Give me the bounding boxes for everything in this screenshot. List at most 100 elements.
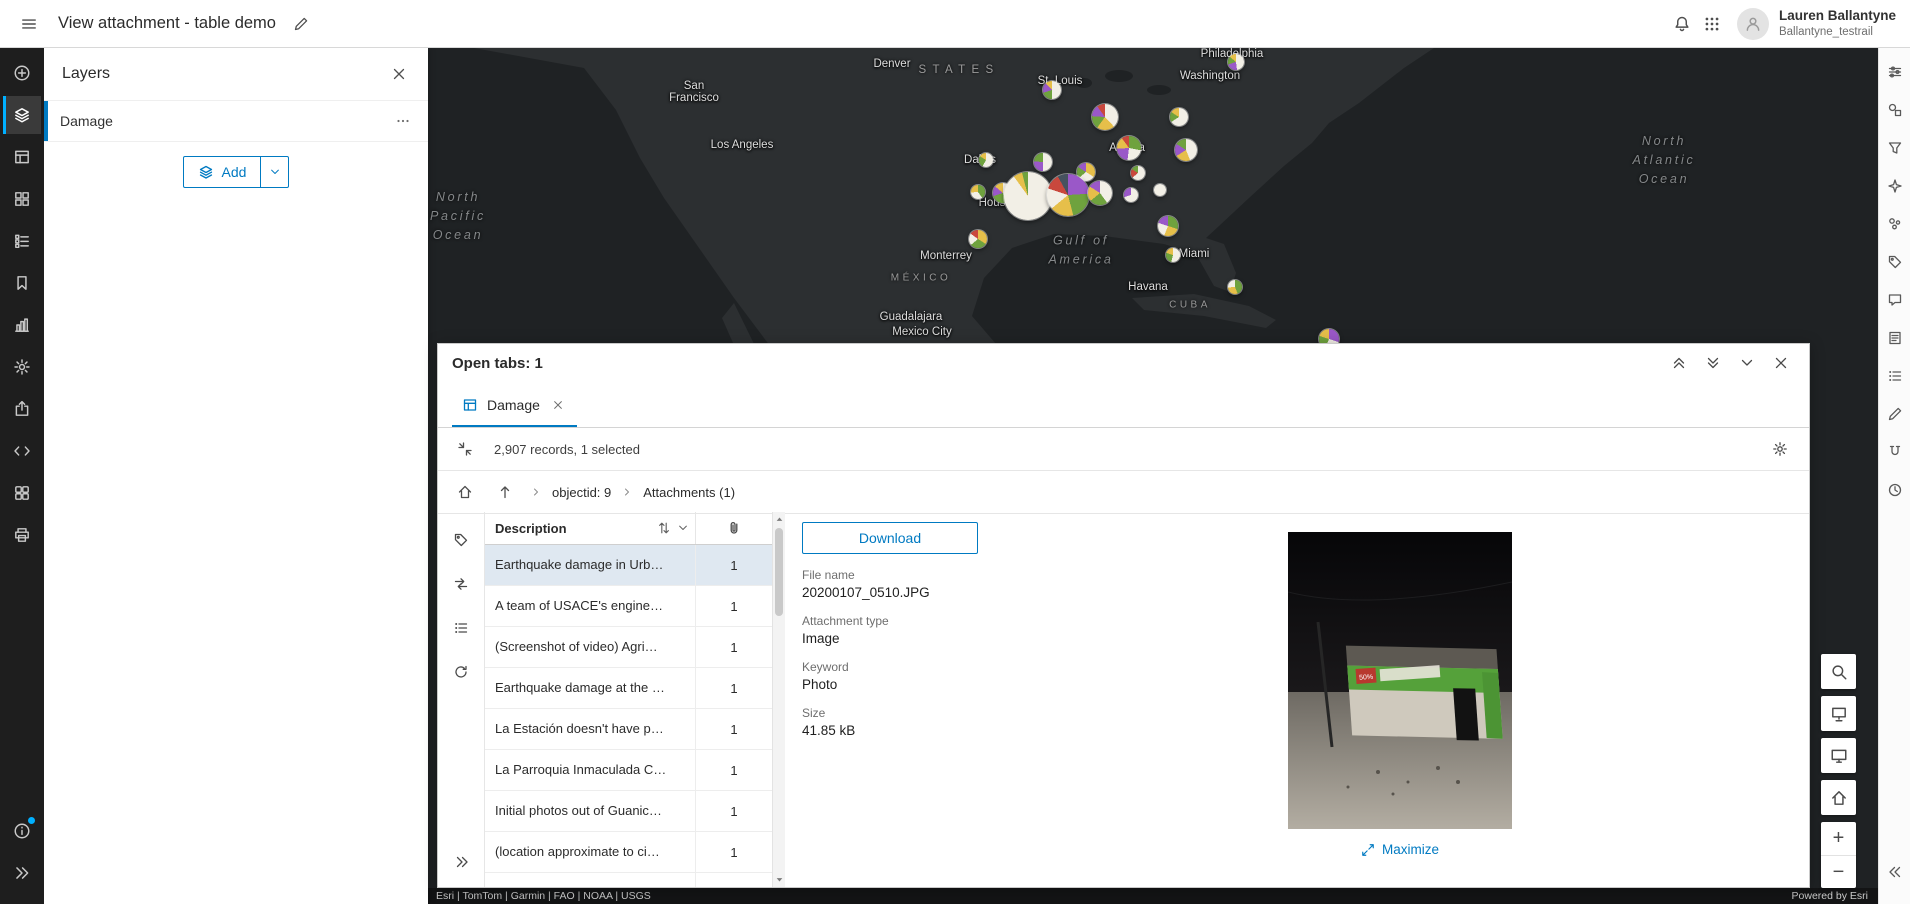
attachment-preview-image[interactable]: 50% [1288,532,1512,829]
selection-icon [453,620,469,636]
notifications-button[interactable] [1667,9,1697,39]
settings-item-time[interactable] [1881,476,1909,504]
layer-options-button[interactable] [388,106,418,136]
cluster-pie-marker[interactable] [1092,104,1118,130]
settings-item-labels[interactable] [1881,248,1909,276]
breadcrumb-up-button[interactable] [490,477,520,507]
default-extent-button[interactable] [1821,780,1856,815]
scroll-up-icon[interactable] [775,515,784,524]
table-row[interactable]: La Parroquia Inmaculada C… 1 [485,750,772,791]
table-row[interactable]: Earthquake damage in Urb… 1 [485,545,772,586]
cluster-pie-marker[interactable] [1124,188,1138,202]
sidebar-item-map-properties[interactable] [3,348,41,386]
maximize-button[interactable]: Maximize [1288,842,1512,857]
sidebar-item-charts[interactable] [3,306,41,344]
settings-item-snapping[interactable] [1881,438,1909,466]
sidebar-item-layers[interactable] [3,96,41,134]
sidebar-item-bookmarks[interactable] [3,264,41,302]
download-button[interactable]: Download [802,522,978,554]
cluster-pie-marker[interactable] [1228,54,1244,70]
sidebar-item-expand-rail[interactable] [3,854,41,892]
table-row[interactable]: (Screenshot of video) Agri… 1 [485,627,772,668]
attachments-column-header[interactable] [696,512,772,544]
sidebar-item-basemap[interactable] [3,180,41,218]
table-scrollbar[interactable] [772,512,785,887]
tool-selection[interactable] [451,618,471,638]
open-window-button[interactable] [1821,738,1856,773]
table-row[interactable]: A team of USACE's engine… 1 [485,586,772,627]
sidebar-item-info[interactable] [3,812,41,850]
table-row[interactable]: Initial photos out of Guanic… 1 [485,791,772,832]
search-button[interactable] [1821,654,1856,689]
menu-button[interactable] [14,9,44,39]
cluster-pie-marker[interactable] [969,230,987,248]
related-records-icon [453,576,469,592]
cluster-pie-marker[interactable] [1034,153,1052,171]
close-layers-panel-button[interactable] [384,59,414,89]
expand-panel[interactable] [1665,349,1693,377]
settings-item-attribute-lists[interactable] [1881,362,1909,390]
scroll-down-icon[interactable] [775,875,784,884]
close-panel[interactable] [1767,349,1795,377]
tool-refresh[interactable] [451,662,471,682]
breadcrumb-attachments[interactable]: Attachments (1) [643,485,735,500]
cluster-pie-marker[interactable] [1228,280,1242,294]
scrollbar-thumb[interactable] [775,528,783,616]
slides-button[interactable] [1821,696,1856,731]
edit-title-button[interactable] [286,9,316,39]
sidebar-item-legend[interactable] [3,222,41,260]
table-settings-button[interactable] [1765,434,1795,464]
table-row[interactable]: (location approximate to ci… 1 [485,832,772,873]
settings-item-properties[interactable] [1881,58,1909,86]
cluster-pie-marker[interactable] [1117,136,1141,160]
cluster-pie-marker[interactable] [971,185,985,199]
tool-attributes[interactable] [451,530,471,550]
settings-item-styles[interactable] [1881,96,1909,124]
zoom-out-button[interactable]: − [1821,855,1856,888]
table-row[interactable]: La Estación doesn't have p… 1 [485,709,772,750]
sidebar-item-developer-support[interactable] [3,432,41,470]
tab-damage[interactable]: Damage [452,382,577,427]
settings-item-filter[interactable] [1881,134,1909,162]
cluster-pie-marker[interactable] [1154,184,1166,196]
expand-side-tools-button[interactable] [438,847,485,877]
breadcrumb-home-button[interactable] [450,477,480,507]
add-layer-button[interactable]: Add [184,157,261,187]
close-tab-button[interactable] [549,396,567,414]
sidebar-item-print[interactable] [3,516,41,554]
breadcrumb-objectid[interactable]: objectid: 9 [552,485,611,500]
cluster-pie-marker[interactable] [1047,174,1089,216]
layer-item-damage[interactable]: Damage [44,100,428,142]
table-row[interactable]: Earthquake damage at the … 1 [485,668,772,709]
settings-item-collapse-rail[interactable] [1881,858,1909,886]
sidebar-item-create-app[interactable] [3,474,41,512]
settings-item-effects[interactable] [1881,172,1909,200]
cluster-pie-marker[interactable] [1175,139,1197,161]
cluster-pie-marker[interactable] [1004,172,1052,220]
settings-item-popups[interactable] [1881,286,1909,314]
sidebar-item-tables[interactable] [3,138,41,176]
sidebar-item-share[interactable] [3,390,41,428]
sort-icon[interactable] [657,521,671,535]
cluster-pie-marker[interactable] [1166,248,1180,262]
settings-item-editing[interactable] [1881,400,1909,428]
cluster-pie-marker[interactable] [1088,181,1112,205]
tool-related-records[interactable] [451,574,471,594]
zoom-to-selection-button[interactable] [450,434,480,464]
column-menu-icon[interactable] [677,522,689,534]
description-column-header[interactable]: Description [485,512,696,544]
dock-panel[interactable] [1699,349,1727,377]
minimize-panel[interactable] [1733,349,1761,377]
app-launcher-button[interactable] [1697,9,1727,39]
cluster-pie-marker[interactable] [1158,216,1178,236]
add-layer-options-button[interactable] [260,157,288,187]
settings-item-fields[interactable] [1881,324,1909,352]
zoom-in-button[interactable]: + [1821,822,1856,855]
cluster-pie-marker[interactable] [1131,166,1145,180]
cluster-pie-marker[interactable] [1170,108,1188,126]
sidebar-item-add[interactable] [3,54,41,92]
user-menu[interactable]: Lauren Ballantyne Ballantyne_testrail [1736,7,1896,40]
settings-item-aggregation[interactable] [1881,210,1909,238]
cluster-pie-marker[interactable] [979,153,993,167]
cluster-pie-marker[interactable] [1043,81,1061,99]
